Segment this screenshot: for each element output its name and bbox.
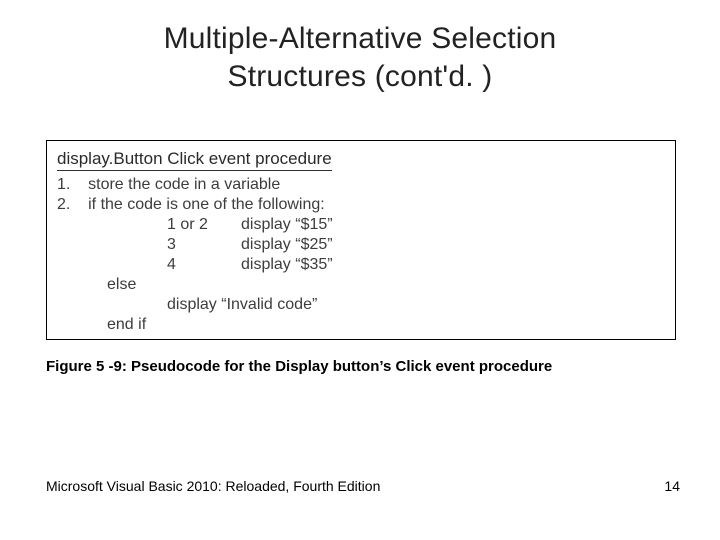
case-code: 1 or 2 — [167, 215, 241, 235]
pseudo-case-2: 3 display “$25” — [57, 235, 665, 255]
pseudocode: 1. store the code in a variable 2. if th… — [57, 175, 665, 335]
case-code: 4 — [167, 255, 241, 275]
page-number: 14 — [664, 478, 680, 494]
figure-caption: Figure 5 -9: Pseudocode for the Display … — [46, 358, 552, 375]
title-line-1: Multiple-Alternative Selection — [164, 22, 557, 55]
pseudo-endif: end if — [57, 315, 665, 335]
footer-text: Microsoft Visual Basic 2010: Reloaded, F… — [46, 478, 380, 494]
slide-title: Multiple-Alternative Selection Structure… — [0, 0, 720, 95]
case-action: display “$25” — [241, 235, 333, 255]
case-code: 3 — [167, 235, 241, 255]
pseudocode-box: display.Button Click event procedure 1. … — [46, 140, 676, 340]
procedure-title: display.Button Click event procedure — [57, 149, 332, 171]
case-action: display “$35” — [241, 255, 333, 275]
pseudo-else: else — [57, 275, 665, 295]
slide: Multiple-Alternative Selection Structure… — [0, 0, 720, 540]
pseudo-line-1: 1. store the code in a variable — [57, 175, 665, 195]
case-action: display “$15” — [241, 215, 333, 235]
pseudo-invalid: display “Invalid code” — [57, 295, 665, 315]
pseudo-line-2: 2. if the code is one of the following: — [57, 195, 665, 215]
title-line-2: Structures (cont'd. ) — [227, 60, 492, 93]
pseudo-case-1: 1 or 2 display “$15” — [57, 215, 665, 235]
pseudo-case-3: 4 display “$35” — [57, 255, 665, 275]
